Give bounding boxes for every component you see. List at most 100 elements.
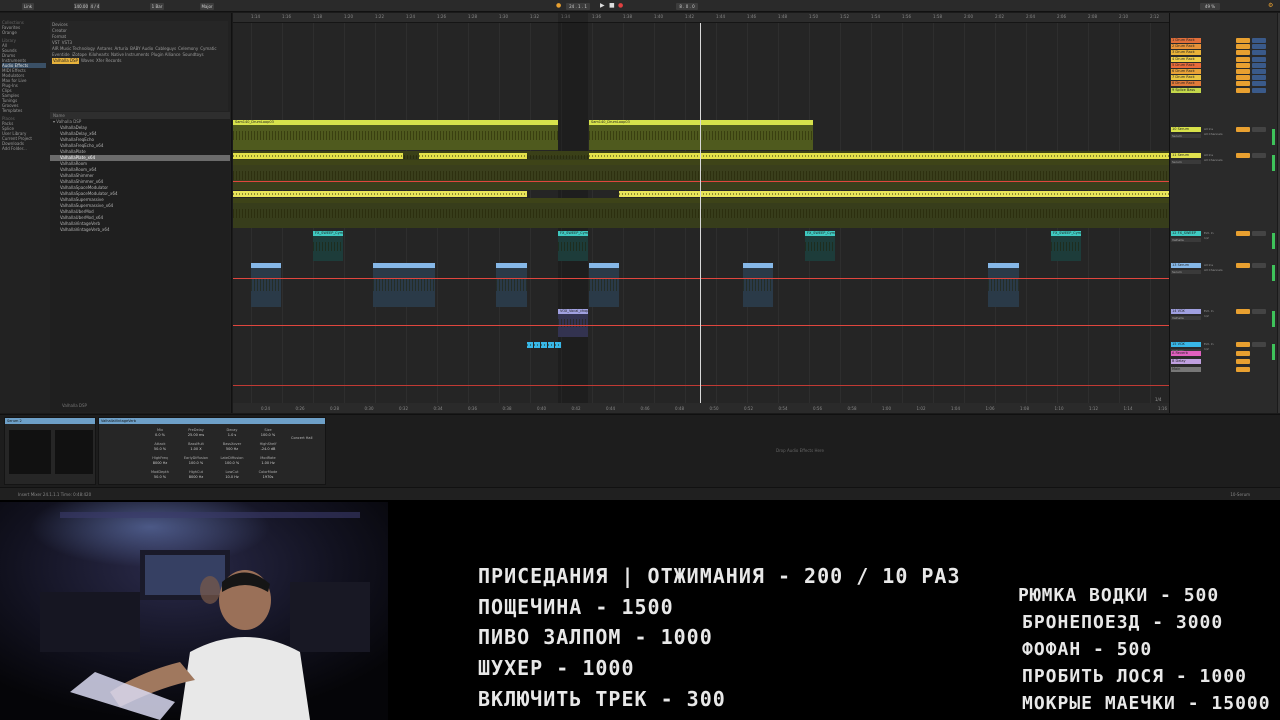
- record-icon[interactable]: ●: [618, 2, 623, 10]
- audio-clip[interactable]: [373, 263, 435, 307]
- device-param-value[interactable]: 100.0 %: [255, 433, 281, 437]
- settings-icon[interactable]: ⚙: [1268, 2, 1273, 10]
- device-param-value[interactable]: -24.0 dB: [255, 447, 281, 451]
- track-activator-button[interactable]: [1236, 127, 1250, 132]
- track-name[interactable]: 6 Drum Rack: [1171, 69, 1201, 74]
- device-param-value[interactable]: 1.00 X: [183, 447, 209, 451]
- audio-clip[interactable]: [496, 263, 527, 307]
- track-input-channel[interactable]: All Channels: [1204, 132, 1234, 136]
- track-arm-button[interactable]: [1252, 342, 1266, 347]
- track-arm-button[interactable]: [1252, 263, 1266, 268]
- device-param-value[interactable]: 50.0 %: [147, 447, 173, 451]
- audio-clip[interactable]: Sam140_DrumLoop03: [233, 120, 558, 150]
- vendor-tag[interactable]: Valhalla DSP: [52, 58, 79, 64]
- serum-device[interactable]: Serum 2: [4, 417, 96, 485]
- track-activator-button[interactable]: [1236, 81, 1250, 87]
- track-name[interactable]: 8 Drum Rack: [1171, 81, 1201, 87]
- vendor-tag[interactable]: Soundtoys: [183, 52, 204, 58]
- valhalla-vintage-verb-device[interactable]: ValhallaVintageVerb Mix 0.0 % PreDelay 25.0…: [98, 417, 326, 485]
- key-menu[interactable]: Major: [200, 3, 214, 10]
- device-param-value[interactable]: 1970s: [255, 475, 281, 479]
- track-name[interactable]: 4 Drum Rack: [1171, 56, 1201, 62]
- audio-clip[interactable]: [527, 342, 533, 348]
- timeline-ruler[interactable]: 1:14 1:16 1:18 1:20 1:22 1:24 1:26 1:28 1:30 1:32…: [233, 13, 1169, 23]
- preset-name[interactable]: Concert Hall: [291, 436, 313, 440]
- device-param-value[interactable]: 8000 Hz: [183, 475, 209, 479]
- track-name[interactable]: 5 Drum Rack: [1171, 62, 1201, 68]
- track-solo-button[interactable]: [1252, 87, 1266, 93]
- browser-category[interactable]: Orange: [2, 30, 46, 35]
- track-input-label[interactable]: Ext. In: [1204, 231, 1234, 235]
- track-activator-button[interactable]: [1236, 44, 1250, 50]
- audio-clip[interactable]: [534, 342, 540, 348]
- track-input-channel[interactable]: All Channels: [1204, 268, 1234, 272]
- track-name[interactable]: 10 Serum: [1171, 127, 1201, 132]
- track-name[interactable]: 2 Drum Rack: [1171, 44, 1201, 50]
- track-activator-button[interactable]: [1236, 153, 1250, 158]
- track-solo-button[interactable]: [1252, 38, 1266, 43]
- device-param-value[interactable]: 50.0 %: [147, 475, 173, 479]
- track-name[interactable]: 15 VOX: [1171, 342, 1201, 347]
- track-name[interactable]: 9 Splice Bass: [1171, 87, 1201, 93]
- automation-line[interactable]: [233, 325, 1169, 326]
- audio-clip[interactable]: [548, 342, 554, 348]
- device-param-value[interactable]: 8000 Hz: [147, 461, 173, 465]
- loop-length-field[interactable]: 8 . 0 . 0: [676, 3, 698, 10]
- track-name[interactable]: 1 Drum Rack: [1171, 38, 1201, 43]
- browser-category[interactable]: Templates: [2, 108, 46, 113]
- track-activator-button[interactable]: [1236, 56, 1250, 62]
- audio-clip[interactable]: [988, 263, 1019, 307]
- track-activator-button[interactable]: [1236, 50, 1250, 56]
- return-track-name[interactable]: Main: [1171, 367, 1201, 372]
- track-solo-button[interactable]: [1252, 44, 1266, 50]
- track-name[interactable]: 3 Drum Rack: [1171, 50, 1201, 56]
- track-activator-button[interactable]: [1236, 342, 1250, 347]
- track-solo-button[interactable]: [1252, 75, 1266, 81]
- vendor-tag[interactable]: Xfer Records: [96, 58, 121, 64]
- audio-clip[interactable]: [419, 153, 527, 159]
- audio-clip[interactable]: [233, 191, 527, 197]
- track-activator-button[interactable]: [1236, 351, 1250, 356]
- device-param-value[interactable]: 100.0 %: [183, 461, 209, 465]
- track-activator-button[interactable]: [1236, 69, 1250, 74]
- audio-clip[interactable]: FX_SWEEP_Cym: [805, 231, 835, 261]
- link-button[interactable]: Link: [22, 3, 34, 10]
- vendor-tag[interactable]: Plugin Alliance: [151, 52, 180, 58]
- audio-clip[interactable]: [743, 263, 773, 307]
- audio-clip[interactable]: [233, 160, 1169, 190]
- browser-file-item[interactable]: ValhallaVintageVerb_x64: [50, 227, 230, 233]
- return-track-name[interactable]: A Reverb: [1171, 351, 1201, 356]
- audio-clip[interactable]: [589, 153, 1169, 159]
- audio-clip[interactable]: [541, 342, 547, 348]
- track-solo-button[interactable]: [1252, 69, 1266, 74]
- track-name[interactable]: 7 Drum Rack: [1171, 75, 1201, 81]
- audio-clip[interactable]: FX_SWEEP_Cym: [558, 231, 588, 261]
- track-arm-button[interactable]: [1252, 309, 1266, 314]
- position-field[interactable]: 24 . 1 . 1: [566, 3, 590, 10]
- metronome-icon[interactable]: ●: [556, 2, 561, 10]
- track-input-channel[interactable]: All Channels: [1204, 158, 1234, 162]
- browser-category[interactable]: Add Folder...: [2, 146, 46, 151]
- track-arm-button[interactable]: [1252, 231, 1266, 236]
- track-activator-button[interactable]: [1236, 87, 1250, 93]
- arrangement-view[interactable]: 1:14 1:16 1:18 1:20 1:22 1:24 1:26 1:28 1:30 1:32…: [233, 13, 1169, 413]
- device-param-value[interactable]: 0.0 %: [147, 433, 173, 437]
- track-activator-button[interactable]: [1236, 75, 1250, 81]
- device-param-value[interactable]: 10.0 Hz: [219, 475, 245, 479]
- device-param-value[interactable]: 25.00 ms: [183, 433, 209, 437]
- audio-clip[interactable]: FX_SWEEP_Cym: [1051, 231, 1081, 261]
- track-input-label[interactable]: All Ins: [1204, 153, 1234, 157]
- track-arm-button[interactable]: [1252, 127, 1266, 132]
- track-activator-button[interactable]: [1236, 231, 1250, 236]
- device-param-value[interactable]: 100.0 %: [219, 461, 245, 465]
- audio-clip[interactable]: [233, 153, 403, 159]
- quantize-menu[interactable]: 1 Bar: [150, 3, 164, 10]
- play-icon[interactable]: ▶: [600, 2, 605, 10]
- time-signature-field[interactable]: 4 / 4: [90, 3, 100, 10]
- track-arm-button[interactable]: [1252, 153, 1266, 158]
- track-solo-button[interactable]: [1252, 56, 1266, 62]
- track-input-channel[interactable]: 1/2: [1204, 236, 1234, 240]
- track-activator-button[interactable]: [1236, 38, 1250, 43]
- audio-clip[interactable]: [589, 263, 619, 307]
- stop-icon[interactable]: ■: [609, 2, 615, 10]
